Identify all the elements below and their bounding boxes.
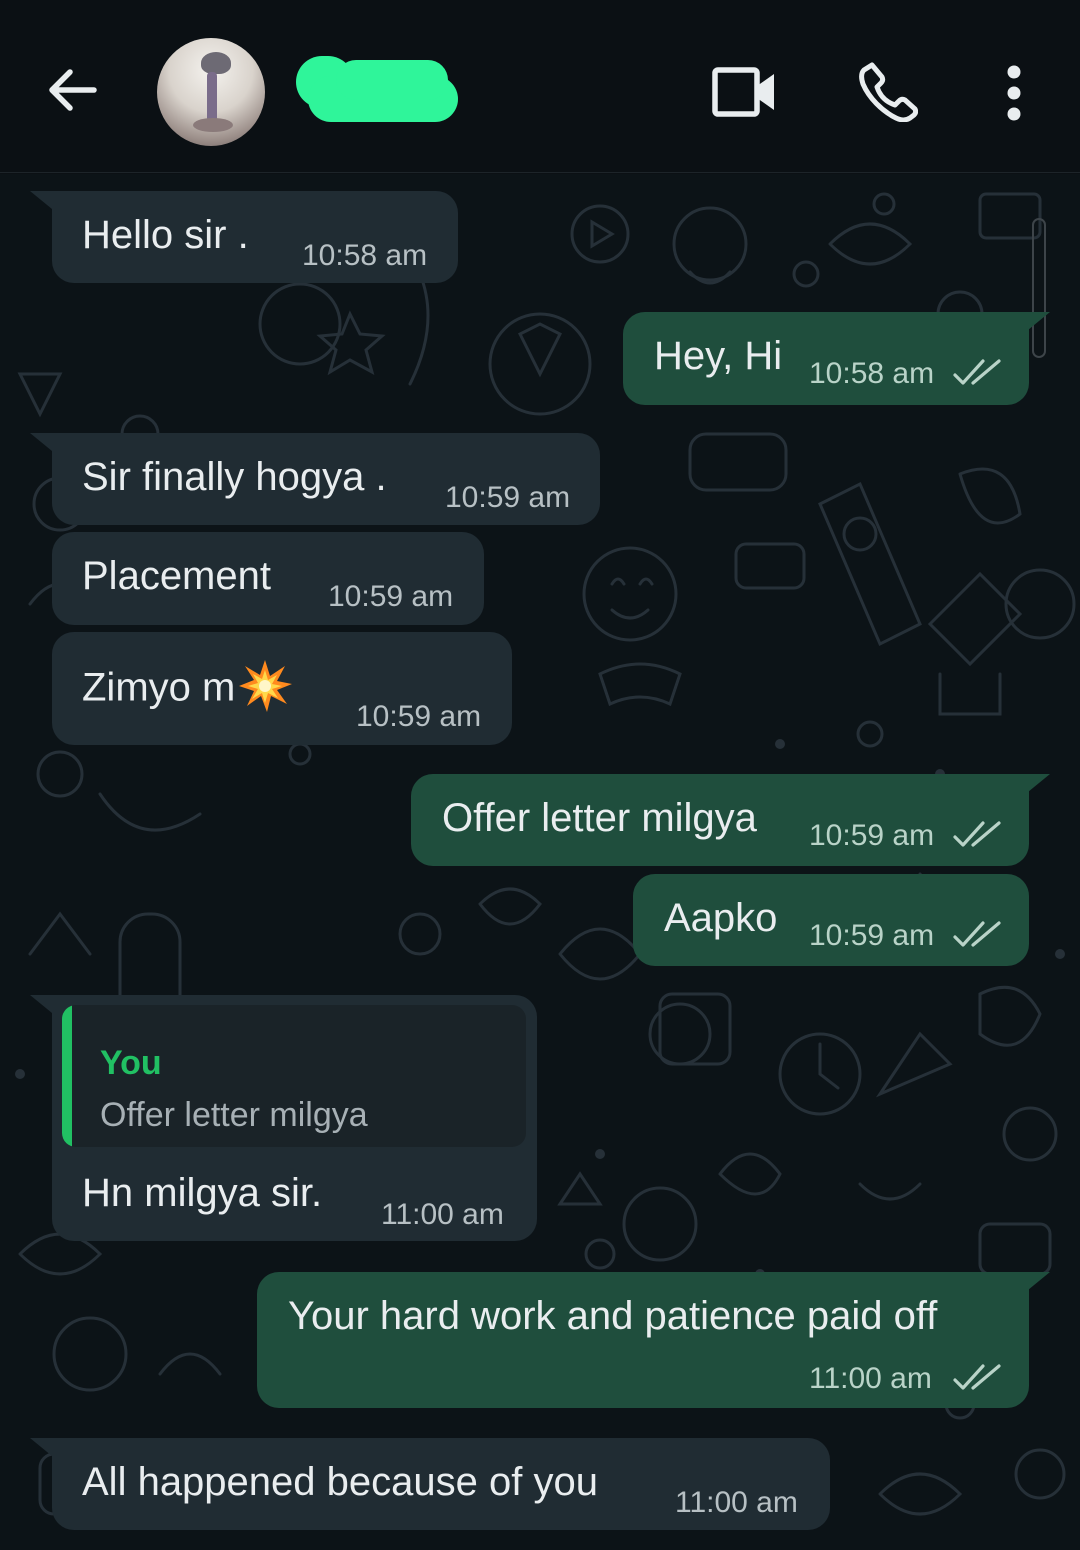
incoming-message[interactable]: Hello sir . 10:58 am [52, 191, 458, 283]
message-time: 10:59 am [809, 819, 935, 852]
quote-text: Offer letter milgya [100, 1096, 368, 1134]
message-time: 10:58 am [809, 357, 935, 390]
message-text: Hn milgya sir. [82, 1171, 323, 1215]
bubble-tail [1028, 774, 1050, 792]
message-text-content: Zimyo m [82, 665, 236, 710]
arrow-left-icon[interactable] [42, 60, 102, 120]
message-time: 10:59 am [328, 580, 454, 613]
incoming-message[interactable]: Placement 10:59 am [52, 532, 484, 625]
double-check-icon [953, 359, 1001, 385]
phone-icon[interactable] [858, 60, 918, 122]
message-time: 11:00 am [675, 1486, 798, 1519]
message-text: Your hard work and patience paid off [288, 1294, 938, 1338]
bubble-tail [30, 995, 52, 1013]
incoming-message[interactable]: All happened because of you 11:00 am [52, 1438, 830, 1530]
message-time: 10:59 am [445, 481, 571, 514]
outgoing-message[interactable]: Hey, Hi 10:58 am [623, 312, 1029, 405]
message-time: 10:58 am [302, 239, 428, 272]
message-time: 11:00 am [809, 1362, 932, 1395]
message-text: Sir finally hogya . [82, 455, 387, 499]
message-text: Hey, Hi [654, 334, 783, 378]
quote-author: You [100, 1044, 162, 1082]
incoming-message[interactable]: You Offer letter milgya Hn milgya sir. 1… [52, 995, 537, 1241]
chat-header [0, 0, 1080, 173]
more-vert-icon[interactable] [1000, 62, 1028, 124]
message-text: Zimyo m [82, 660, 293, 718]
bubble-tail [30, 433, 52, 451]
quote-accent-bar [62, 1005, 72, 1147]
double-check-icon [953, 921, 1001, 947]
message-text: All happened because of you [82, 1460, 598, 1504]
collision-emoji-icon [239, 660, 293, 712]
bubble-tail [1028, 312, 1050, 330]
conversation-area[interactable]: Hello sir . 10:58 am Hey, Hi 10:58 am Si… [0, 174, 1080, 1550]
message-text: Hello sir . [82, 213, 249, 257]
message-text: Offer letter milgya [442, 796, 757, 840]
incoming-message[interactable]: Zimyo m 10:59 am [52, 632, 512, 745]
bubble-tail [30, 1438, 52, 1456]
message-text: Placement [82, 554, 271, 598]
outgoing-message[interactable]: Your hard work and patience paid off 11:… [257, 1272, 1029, 1408]
video-camera-icon[interactable] [712, 66, 778, 118]
double-check-icon [953, 821, 1001, 847]
message-time: 10:59 am [356, 700, 482, 733]
outgoing-message[interactable]: Aapko 10:59 am [633, 874, 1029, 966]
contact-name[interactable] [296, 56, 458, 122]
quoted-message[interactable]: You Offer letter milgya [62, 1005, 526, 1147]
bubble-tail [1028, 1272, 1050, 1290]
outgoing-message[interactable]: Offer letter milgya 10:59 am [411, 774, 1029, 866]
avatar[interactable] [157, 38, 265, 146]
double-check-icon [953, 1364, 1001, 1390]
message-time: 10:59 am [809, 919, 935, 952]
scrollbar[interactable] [1032, 218, 1046, 358]
bubble-tail [30, 191, 52, 209]
incoming-message[interactable]: Sir finally hogya . 10:59 am [52, 433, 600, 525]
message-text: Aapko [664, 896, 778, 940]
message-time: 11:00 am [381, 1198, 504, 1231]
